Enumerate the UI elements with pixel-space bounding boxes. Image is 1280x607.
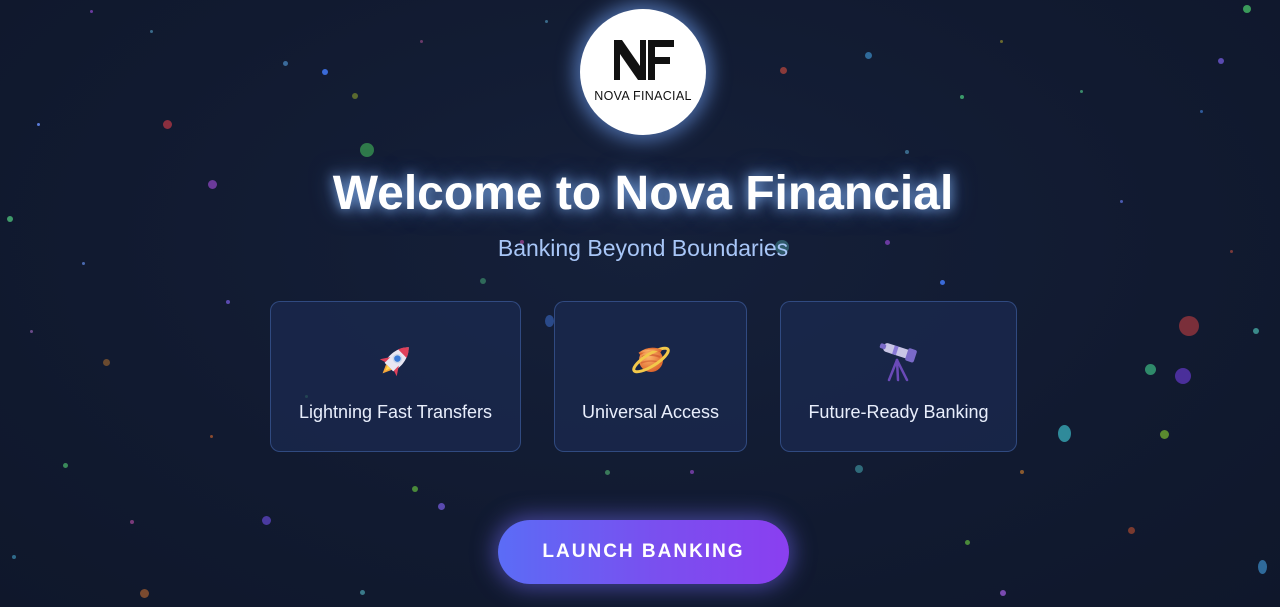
ringed-planet-icon [631,346,670,374]
page-title: Welcome to Nova Financial [332,167,954,220]
feature-card-future: Future-Ready Banking [780,301,1017,452]
telescope-icon [879,343,917,382]
feature-card-transfers: Lightning Fast Transfers [270,301,521,452]
rocket-icon [379,347,409,377]
page-subtitle: Banking Beyond Boundaries [497,235,789,261]
nf-monogram-logo [614,40,674,80]
feature-label: Universal Access [581,402,720,422]
feature-card-access: Universal Access [554,301,747,452]
nova-financial-logo: NOVA FINACIAL [580,9,706,135]
launch-banking-button[interactable]: LAUNCH BANKING [498,520,789,584]
feature-label: Lightning Fast Transfers [298,402,493,422]
feature-label: Future-Ready Banking [808,402,989,422]
logo-wordmark: NOVA FINACIAL [594,89,692,103]
welcome-screen: NOVA FINACIAL Welcome to Nova Financial … [0,0,1280,607]
